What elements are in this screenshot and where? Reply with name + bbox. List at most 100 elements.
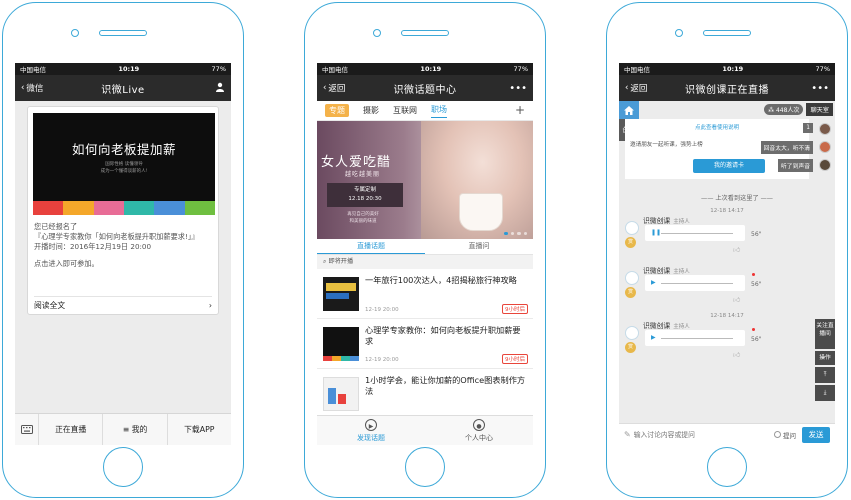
tab-workplace[interactable]: 职场 — [431, 104, 447, 118]
operations-button[interactable]: 操作 — [815, 351, 835, 365]
usage-guide-link[interactable]: 点此查看使用说明 — [625, 123, 809, 131]
list-item[interactable]: 心理学专家教你：如何向老板提升职加薪要求 12-19 20:00 9小时后 — [317, 319, 533, 369]
more-button[interactable]: ••• — [509, 83, 527, 94]
message-time: 12-18 14:17 — [710, 313, 744, 319]
voice-duration: 56" — [751, 281, 762, 288]
page-title: 识微Live — [101, 84, 145, 96]
follow-room-button[interactable]: 关注直播间 — [815, 319, 835, 349]
play-icon: ▶ — [651, 279, 656, 286]
reward-icon[interactable]: 赏 — [625, 342, 636, 353]
topic-thumbnail — [323, 277, 359, 311]
nav-bar: ‹ 返回 识微创课正在直播 ••• — [619, 75, 835, 101]
promo-banner[interactable]: 女人爱吃醋 越吃越美丽 专属定制 12.18 20:30 再见自己的美好 和美丽… — [317, 121, 533, 239]
avatar — [625, 326, 639, 340]
sender-name: 识微创课 主持人 — [643, 267, 690, 275]
radio-icon — [774, 431, 781, 438]
topic-time: 12-19 20:00 — [365, 357, 399, 363]
play-icon: ▶ — [651, 334, 656, 341]
voice-player[interactable]: ▶ — [645, 330, 745, 346]
carrier: 中国电信 — [624, 66, 650, 74]
banner-note: 再见自己的美好 和美丽的味道 — [347, 212, 379, 224]
screen-topic-center: 中国电信 10:19 77% ‹ 返回 识微话题中心 ••• 专题 摄影 互联网… — [317, 63, 533, 445]
page-title: 识微话题中心 — [393, 84, 457, 96]
topic-time: 12-19 20:00 — [365, 307, 399, 313]
info-line-3: 开播时间：2016年12月19日 20:00 — [34, 242, 152, 251]
user-icon[interactable] — [215, 82, 225, 95]
play-circle-icon: ▶ — [365, 419, 377, 431]
screen-wechat-live: 中国电信 10:19 77% ‹ 微信 识微Live 如何向老板提加薪 国际性格… — [15, 63, 231, 445]
back-label: 微信 — [26, 84, 44, 94]
pencil-icon: ✎ — [624, 430, 631, 439]
topic-list: 一年旅行100次达人，4招揭秘旅行神攻略 12-19 20:00 9小时后 心理… — [317, 269, 533, 419]
home-button[interactable] — [103, 447, 143, 487]
reward-icon[interactable]: 赏 — [625, 287, 636, 298]
tab-topic[interactable]: 专题 — [325, 104, 349, 117]
carrier: 中国电信 — [322, 66, 348, 74]
category-tabs: 专题 摄影 互联网 职场 + — [317, 101, 533, 121]
speaker-slot — [99, 30, 147, 36]
page-title: 识微创课正在直播 — [685, 84, 769, 96]
section-upcoming: ⌕ 即将开播 — [317, 255, 533, 269]
course-cover[interactable]: 如何向老板提加薪 国际性格 读懂领导 成为一个懂得谈薪的人! — [33, 113, 215, 215]
scroll-top-icon[interactable]: ⤒ — [815, 367, 835, 383]
camera-dot — [71, 29, 79, 37]
invite-card-button[interactable]: 我的邀请卡 — [693, 159, 765, 173]
scroll-bottom-icon[interactable]: ⤓ — [815, 385, 835, 401]
send-button[interactable]: 发送 — [802, 426, 830, 443]
live-card[interactable]: 如何向老板提加薪 国际性格 读懂领导 成为一个懂得谈薪的人! 您已经报名了 『心… — [27, 106, 219, 315]
speaker-slot — [703, 30, 751, 36]
list-item[interactable]: 一年旅行100次达人，4招揭秘旅行神攻略 12-19 20:00 9小时后 — [317, 269, 533, 319]
banner-subtitle: 越吃越美丽 — [345, 171, 381, 178]
live-room-body: 创建 ⁂ 448人次 聊天室 点此查看使用说明 邀请朋友一起听课，强势上榜 我的… — [619, 101, 835, 409]
viewer-count: ⁂ 448人次 — [764, 103, 804, 115]
menu-live-now[interactable]: 正在直播 — [39, 413, 104, 445]
home-button[interactable] — [405, 447, 445, 487]
tab-internet[interactable]: 互联网 — [393, 105, 417, 116]
ask-question-toggle[interactable]: 提问 — [774, 430, 796, 440]
chevron-left-icon: ‹ — [323, 83, 327, 93]
read-more-link[interactable]: 阅读全文 › — [34, 296, 212, 314]
menu-download-app[interactable]: 下载APP — [168, 414, 231, 446]
comment-input[interactable] — [633, 430, 774, 439]
carrier: 中国电信 — [20, 66, 46, 74]
topic-title: 一年旅行100次达人，4招揭秘旅行神攻略 — [365, 275, 517, 285]
cover-subtitle: 国际性格 读懂领导 成为一个懂得谈薪的人! — [100, 162, 148, 174]
tab-live-topics[interactable]: 直播话题 — [317, 239, 425, 254]
voice-duration: 56" — [751, 336, 762, 343]
unread-dot — [752, 328, 755, 331]
home-button[interactable] — [707, 447, 747, 487]
menu-mine[interactable]: ≡ 我的 — [103, 413, 168, 445]
carousel-dots[interactable] — [504, 231, 527, 235]
chatroom-button[interactable]: 聊天室 — [806, 102, 833, 116]
add-category-icon[interactable]: + — [515, 103, 525, 117]
tab-live-questions[interactable]: 直播问 — [425, 239, 533, 254]
clock: 10:19 — [722, 65, 744, 73]
voice-player[interactable]: ❚❚ — [645, 225, 745, 241]
tab-photography[interactable]: 摄影 — [363, 105, 379, 116]
thumbs-up-icon[interactable]: 👍︎ — [733, 245, 740, 254]
tab-profile[interactable]: ● 个人中心 — [425, 416, 533, 445]
thumbs-up-icon[interactable]: 👍︎ — [733, 295, 740, 304]
phone-frame-1: 中国电信 10:19 77% ‹ 微信 识微Live 如何向老板提加薪 国际性格… — [2, 2, 244, 498]
tab-discover[interactable]: ▶ 发现话题 — [317, 416, 425, 445]
voice-progress[interactable] — [661, 233, 733, 234]
phone-frame-3: 中国电信 10:19 77% ‹ 返回 识微创课正在直播 ••• 创建 ⁂ 44… — [606, 2, 848, 498]
banner-tag: 专属定制 12.18 20:30 — [327, 183, 403, 207]
keyboard-icon[interactable] — [15, 414, 39, 445]
voice-progress[interactable] — [661, 283, 733, 284]
home-icon[interactable] — [619, 101, 639, 119]
battery: 77% — [815, 65, 830, 73]
bottom-tabbar: ▶ 发现话题 ● 个人中心 — [317, 415, 533, 445]
thumbs-up-icon[interactable]: 👍︎ — [733, 350, 740, 359]
voice-player[interactable]: ▶ — [645, 275, 745, 291]
back-button[interactable]: ‹ 返回 — [323, 82, 345, 94]
message-time: 12-18 14:17 — [710, 208, 744, 214]
reward-icon[interactable]: 赏 — [625, 237, 636, 248]
list-item[interactable]: 1小时学会，能让你加薪的Office图表制作方法 — [317, 369, 533, 419]
back-button[interactable]: ‹ 返回 — [625, 82, 647, 94]
more-button[interactable]: ••• — [811, 83, 829, 94]
clock: 10:19 — [118, 65, 140, 73]
live-subtabs: 直播话题 直播问 — [317, 239, 533, 255]
voice-progress[interactable] — [661, 338, 733, 339]
back-button[interactable]: ‹ 微信 — [21, 82, 43, 94]
